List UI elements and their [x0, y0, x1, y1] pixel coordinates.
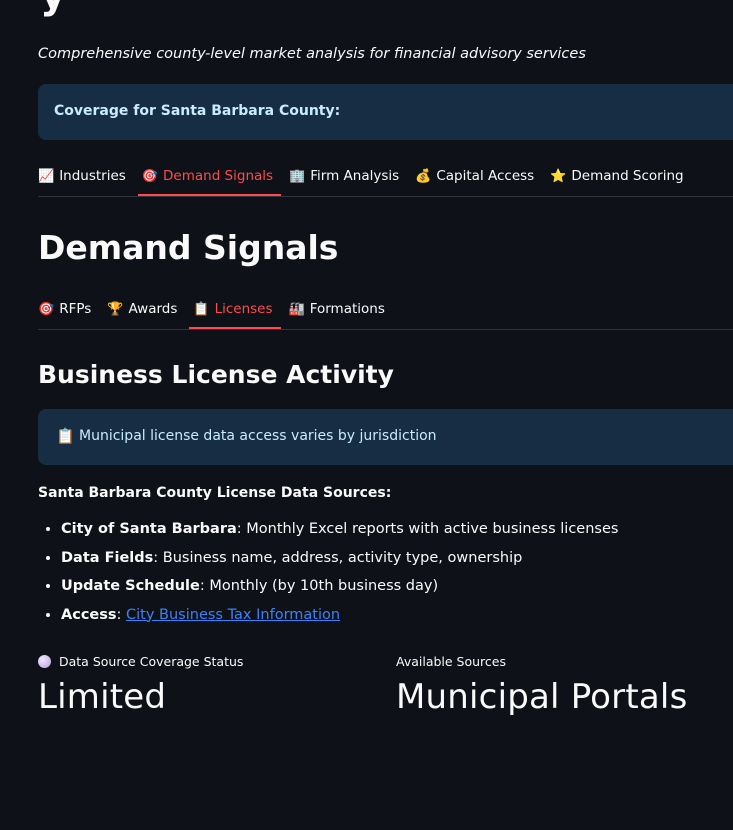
tab-awards[interactable]: 🏆 Awards [107, 291, 185, 327]
sub-tab-bar: 🎯 RFPs 🏆 Awards 📋 Licenses 🏭 Formations [38, 291, 733, 330]
tab-label: Licenses [214, 301, 273, 317]
tab-label: Formations [309, 301, 385, 317]
tab-label: Capital Access [436, 168, 535, 184]
tab-capital-access[interactable]: 💰 Capital Access [415, 158, 542, 194]
item-key: Data Fields [61, 549, 154, 566]
metric-value: Limited [38, 677, 167, 717]
tab-formations[interactable]: 🏭 Formations [289, 291, 393, 327]
star-icon: ⭐ [550, 168, 567, 184]
status-dot-icon [38, 655, 51, 668]
tab-label: Demand Signals [163, 168, 274, 184]
factory-icon: 🏭 [288, 301, 305, 317]
coverage-status-metric: Data Source Coverage Status Limited [38, 654, 243, 717]
item-key: Update Schedule [61, 578, 200, 594]
metric-label: Data Source Coverage Status [59, 654, 244, 669]
metric-value: Municipal Portals [396, 677, 688, 717]
list-item: Data Fields: Business name, address, act… [61, 549, 733, 568]
sources-title: Santa Barbara County License Data Source… [38, 485, 392, 501]
metric-label: Available Sources [396, 654, 506, 669]
metric-label-row: Available Sources [396, 654, 688, 669]
item-value: Business name, address, activity type, o… [162, 549, 523, 566]
coverage-info-box: Coverage for Santa Barbara County: [38, 84, 733, 140]
target-icon: 🎯 [141, 168, 159, 184]
clipboard-icon: 📋 [193, 301, 210, 317]
target-icon: 🎯 [38, 301, 55, 317]
tab-rfps[interactable]: 🎯 RFPs [38, 291, 99, 327]
page-title-partial: y [40, 0, 67, 18]
tab-label: Industries [59, 168, 126, 184]
tab-demand-signals[interactable]: 🎯 Demand Signals [137, 158, 282, 196]
section-heading: Demand Signals [38, 228, 339, 267]
metric-label-row: Data Source Coverage Status [38, 654, 243, 669]
item-key: Access [61, 606, 117, 623]
office-building-icon: 🏢 [289, 168, 306, 184]
tab-label: RFPs [59, 301, 92, 317]
tab-label: Demand Scoring [571, 168, 684, 184]
sources-list: City of Santa Barbara: Monthly Excel rep… [38, 520, 733, 634]
license-notice-text: Municipal license data access varies by … [79, 428, 437, 444]
main-tab-bar: 📈 Industries 🎯 Demand Signals 🏢 Firm Ana… [38, 158, 733, 197]
license-activity-heading: Business License Activity [38, 360, 394, 389]
item-value: Monthly (by 10th business day) [209, 578, 439, 594]
tab-label: Firm Analysis [310, 168, 400, 184]
item-separator: : [153, 549, 163, 566]
item-separator: : [236, 521, 247, 537]
item-separator: : [199, 578, 210, 594]
tab-label: Awards [128, 301, 178, 317]
chart-icon: 📈 [38, 168, 55, 184]
coverage-info-text: Coverage for Santa Barbara County: [54, 103, 341, 119]
clipboard-icon: 📋 [56, 427, 75, 445]
item-key: City of Santa Barbara [61, 521, 237, 537]
app-page: y Comprehensive county-level market anal… [0, 0, 733, 830]
license-notice-box: 📋 Municipal license data access varies b… [38, 409, 733, 465]
available-sources-metric: Available Sources Municipal Portals [396, 654, 688, 717]
tab-demand-scoring[interactable]: ⭐ Demand Scoring [550, 158, 691, 194]
page-subtitle: Comprehensive county-level market analys… [38, 46, 586, 62]
item-separator: : [116, 606, 127, 623]
tab-industries[interactable]: 📈 Industries [38, 158, 134, 194]
money-bag-icon: 💰 [415, 168, 432, 184]
list-item: Update Schedule: Monthly (by 10th busine… [61, 577, 733, 596]
tab-firm-analysis[interactable]: 🏢 Firm Analysis [289, 158, 407, 194]
item-value: Monthly Excel reports with active busine… [246, 521, 619, 537]
list-item: City of Santa Barbara: Monthly Excel rep… [61, 520, 733, 539]
list-item: Access: City Business Tax Information [61, 606, 733, 625]
tab-licenses[interactable]: 📋 Licenses [189, 291, 281, 329]
business-tax-link[interactable]: City Business Tax Information [126, 607, 340, 623]
trophy-icon: 🏆 [107, 301, 124, 317]
